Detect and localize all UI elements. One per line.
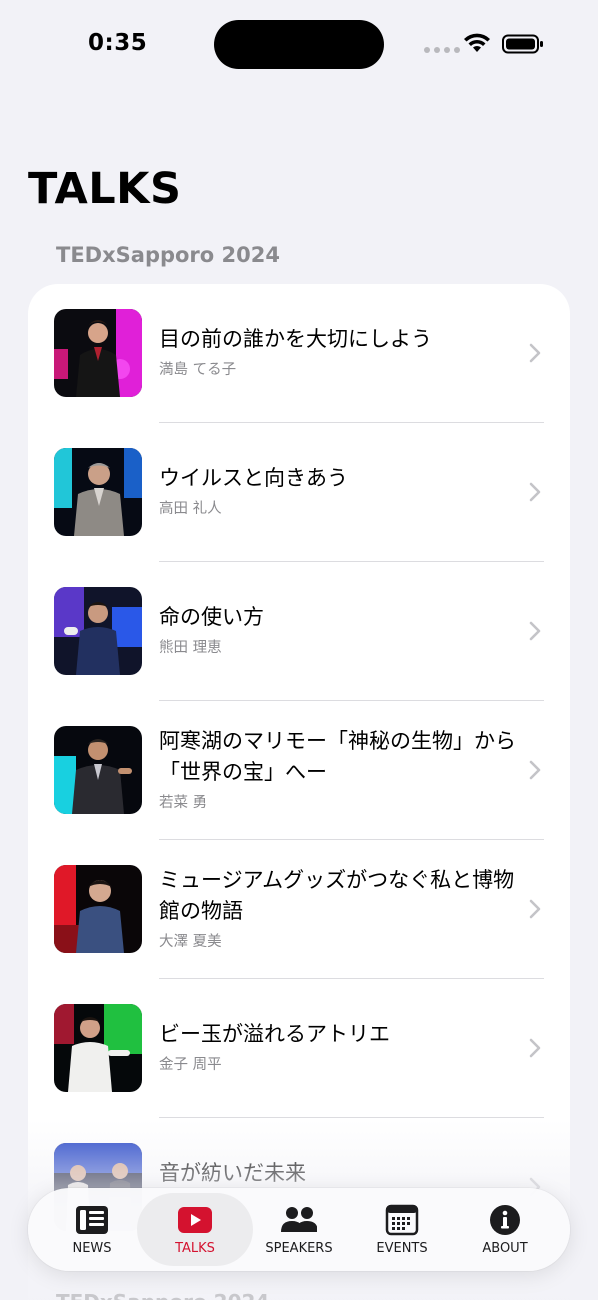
tab-speakers[interactable]: SPEAKERS xyxy=(241,1193,357,1266)
chevron-right-icon xyxy=(529,1038,541,1058)
chevron-right-icon xyxy=(529,760,541,780)
talk-title: 目の前の誰かを大切にしよう xyxy=(159,327,432,351)
tab-label: NEWS xyxy=(72,1241,112,1256)
talk-thumbnail xyxy=(54,726,142,814)
talk-row[interactable]: ウイルスと向きあう 高田 礼人 xyxy=(28,423,570,562)
talk-title: ウイルスと向きあう xyxy=(159,466,348,490)
talk-row[interactable]: 命の使い方 熊田 理恵 xyxy=(28,562,570,701)
talk-speaker: 金子 周平 xyxy=(159,1057,222,1073)
tab-bar: NEWS TALKS SPEAKERS EVENTS ABOUT xyxy=(28,1188,570,1271)
talk-speaker: 若菜 勇 xyxy=(159,795,208,811)
talk-title: 命の使い方 xyxy=(159,605,264,629)
play-icon xyxy=(178,1207,212,1233)
talk-speaker: 満島 てる子 xyxy=(159,362,237,378)
talk-title: 音が紡いだ未来 xyxy=(159,1161,306,1185)
status-bar: 0:35 xyxy=(0,0,598,90)
wifi-icon xyxy=(464,33,490,52)
tab-talks[interactable]: TALKS xyxy=(137,1193,253,1266)
info-icon xyxy=(490,1205,520,1235)
chevron-right-icon xyxy=(529,343,541,363)
people-icon xyxy=(281,1207,317,1232)
tab-about[interactable]: ABOUT xyxy=(447,1193,563,1266)
talks-list: 目の前の誰かを大切にしよう 満島 てる子 ウイルスと向きあう 高田 礼人 命の使… xyxy=(28,284,570,1300)
tab-label: EVENTS xyxy=(376,1241,428,1256)
newspaper-icon xyxy=(76,1206,108,1234)
tab-label: TALKS xyxy=(175,1241,215,1256)
talk-thumbnail xyxy=(54,587,142,675)
talk-thumbnail xyxy=(54,1004,142,1092)
talk-speaker: 熊田 理恵 xyxy=(159,640,222,656)
chevron-right-icon xyxy=(529,482,541,502)
talk-title: ビー玉が溢れるアトリエ xyxy=(159,1022,390,1046)
talk-thumbnail xyxy=(54,309,142,397)
section-header: TEDxSapporo 2024 xyxy=(56,243,280,267)
talk-row[interactable]: 目の前の誰かを大切にしよう 満島 てる子 xyxy=(28,284,570,423)
talk-speaker: 高田 礼人 xyxy=(159,501,222,517)
talk-row[interactable]: ビー玉が溢れるアトリエ 金子 周平 xyxy=(28,979,570,1118)
talk-title: 阿寒湖のマリモー「神秘の生物」から「世界の宝」へー xyxy=(159,729,516,784)
talk-speaker: 大澤 夏美 xyxy=(159,934,222,950)
talk-row[interactable]: ミュージアムグッズがつなぐ私と博物館の物語 大澤 夏美 xyxy=(28,840,570,979)
chevron-right-icon xyxy=(529,899,541,919)
tab-news[interactable]: NEWS xyxy=(34,1193,150,1266)
chevron-right-icon xyxy=(529,621,541,641)
battery-icon xyxy=(502,34,543,54)
dynamic-island xyxy=(214,20,384,69)
cellular-signal-icon xyxy=(424,47,460,53)
tab-label: ABOUT xyxy=(482,1241,528,1256)
talk-thumbnail xyxy=(54,865,142,953)
tab-events[interactable]: EVENTS xyxy=(344,1193,460,1266)
page-title: TALKS xyxy=(28,164,182,214)
talk-row[interactable]: 阿寒湖のマリモー「神秘の生物」から「世界の宝」へー 若菜 勇 xyxy=(28,701,570,840)
section-header-next: TEDxSapporo 2024 xyxy=(56,1290,269,1300)
talk-thumbnail xyxy=(54,448,142,536)
talk-title: ミュージアムグッズがつなぐ私と博物館の物語 xyxy=(159,868,515,923)
tab-label: SPEAKERS xyxy=(265,1241,333,1256)
status-time: 0:35 xyxy=(88,30,148,56)
calendar-icon xyxy=(385,1204,419,1236)
